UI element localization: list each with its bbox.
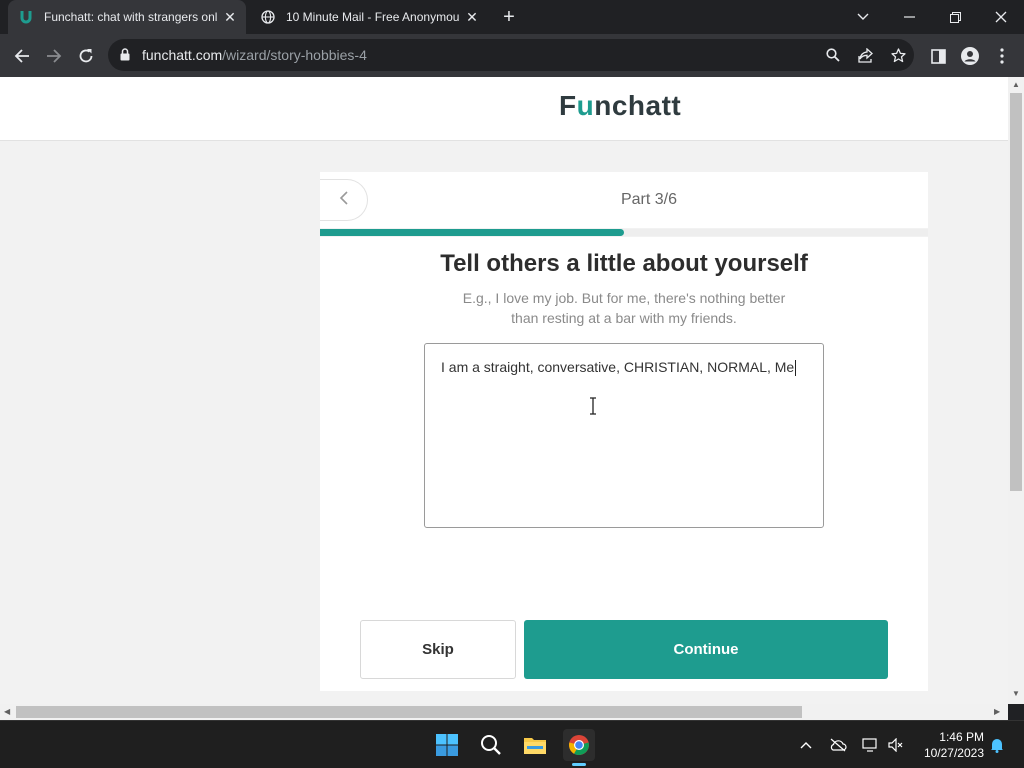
new-tab-icon[interactable]: +	[498, 6, 520, 28]
logo-text-suffix: nchatt	[594, 90, 682, 121]
forward-arrow-icon[interactable]	[40, 42, 68, 70]
volume-muted-icon[interactable]	[886, 735, 906, 755]
clock-time: 1:46 PM	[939, 730, 984, 744]
progress-fill	[320, 229, 624, 236]
scroll-up-icon[interactable]: ▲	[1012, 80, 1020, 89]
network-monitor-icon[interactable]	[860, 735, 880, 755]
example-hint: E.g., I love my job. But for me, there's…	[462, 290, 786, 326]
lock-icon[interactable]	[120, 48, 130, 66]
url-path: /wizard/story-hobbies-4	[222, 47, 367, 63]
back-arrow-icon[interactable]	[8, 42, 36, 70]
url-text[interactable]: funchatt.com/wizard/story-hobbies-4	[142, 47, 367, 63]
chevron-left-icon	[339, 190, 348, 210]
notification-bell-icon[interactable]	[987, 735, 1007, 755]
text-caret	[795, 360, 797, 377]
wizard-part-label: Part 3/6	[620, 191, 678, 208]
tab-search-chevron-icon[interactable]	[840, 0, 886, 34]
bookmark-star-icon[interactable]	[888, 45, 908, 65]
horizontal-scrollbar[interactable]: ◀ ▶	[0, 704, 1008, 720]
progress-bar	[320, 229, 928, 236]
vertical-scrollbar[interactable]: ▲ ▼	[1008, 77, 1024, 704]
file-explorer-icon[interactable]	[519, 729, 551, 761]
tab-strip: Funchatt: chat with strangers onl ✕ 10 M…	[0, 0, 1024, 34]
windows-taskbar: 1:46 PM 10/27/2023	[0, 720, 1024, 768]
side-panel-icon[interactable]	[924, 42, 952, 70]
skip-button[interactable]: Skip	[360, 620, 516, 679]
url-domain: funchatt.com	[142, 47, 223, 63]
page-title: Tell others a little about yourself	[440, 250, 808, 277]
restore-icon[interactable]	[932, 0, 978, 34]
close-window-icon[interactable]	[978, 0, 1024, 34]
chrome-icon[interactable]	[563, 729, 595, 761]
tab-funchatt[interactable]: Funchatt: chat with strangers onl ✕	[8, 0, 246, 34]
logo-text-prefix: F	[559, 90, 577, 121]
chevron-up-icon[interactable]	[796, 735, 816, 755]
search-icon[interactable]	[475, 729, 507, 761]
taskbar-clock[interactable]: 1:46 PM 10/27/2023	[912, 729, 984, 761]
globe-icon	[260, 9, 276, 25]
tab-title: Funchatt: chat with strangers onl	[44, 10, 218, 24]
scroll-down-icon[interactable]: ▼	[1012, 689, 1020, 698]
browser-toolbar: funchatt.com/wizard/story-hobbies-4	[0, 34, 1024, 77]
close-tab-icon[interactable]: ✕	[462, 9, 482, 26]
windows-start-icon[interactable]	[431, 729, 463, 761]
menu-kebab-icon[interactable]	[988, 42, 1016, 70]
vertical-scroll-thumb[interactable]	[1010, 93, 1022, 491]
share-icon[interactable]	[856, 45, 876, 65]
minimize-icon[interactable]	[886, 0, 932, 34]
funchatt-logo[interactable]: Funchatt	[559, 90, 681, 122]
logo-text-u: u	[576, 90, 595, 121]
address-bar[interactable]: funchatt.com/wizard/story-hobbies-4	[108, 39, 914, 71]
tab-title: 10 Minute Mail - Free Anonymou	[286, 10, 460, 24]
scroll-left-icon[interactable]: ◀	[4, 707, 10, 716]
funchatt-u-icon	[18, 9, 34, 25]
site-header: Funchatt	[0, 77, 1008, 141]
scroll-right-icon[interactable]: ▶	[994, 707, 1000, 716]
page-viewport: Funchatt Part 3/6 Tell others a little a…	[0, 77, 1008, 704]
tab-10-minute-mail[interactable]: 10 Minute Mail - Free Anonymou ✕	[250, 0, 488, 34]
textarea-value-text: I am a straight, conversative, CHRISTIAN…	[441, 359, 795, 375]
horizontal-scroll-thumb[interactable]	[16, 706, 802, 718]
onedrive-offline-icon[interactable]	[828, 735, 848, 755]
active-app-indicator	[572, 763, 586, 766]
text-cursor-icon	[588, 397, 598, 415]
search-icon[interactable]	[823, 45, 843, 65]
textarea-value: I am a straight, conversative, CHRISTIAN…	[441, 359, 797, 377]
profile-avatar-icon[interactable]	[956, 42, 984, 70]
wizard-back-button[interactable]	[320, 179, 368, 221]
close-tab-icon[interactable]: ✕	[220, 9, 240, 26]
reload-icon[interactable]	[72, 42, 100, 70]
clock-date: 10/27/2023	[923, 746, 984, 760]
continue-button[interactable]: Continue	[524, 620, 888, 679]
